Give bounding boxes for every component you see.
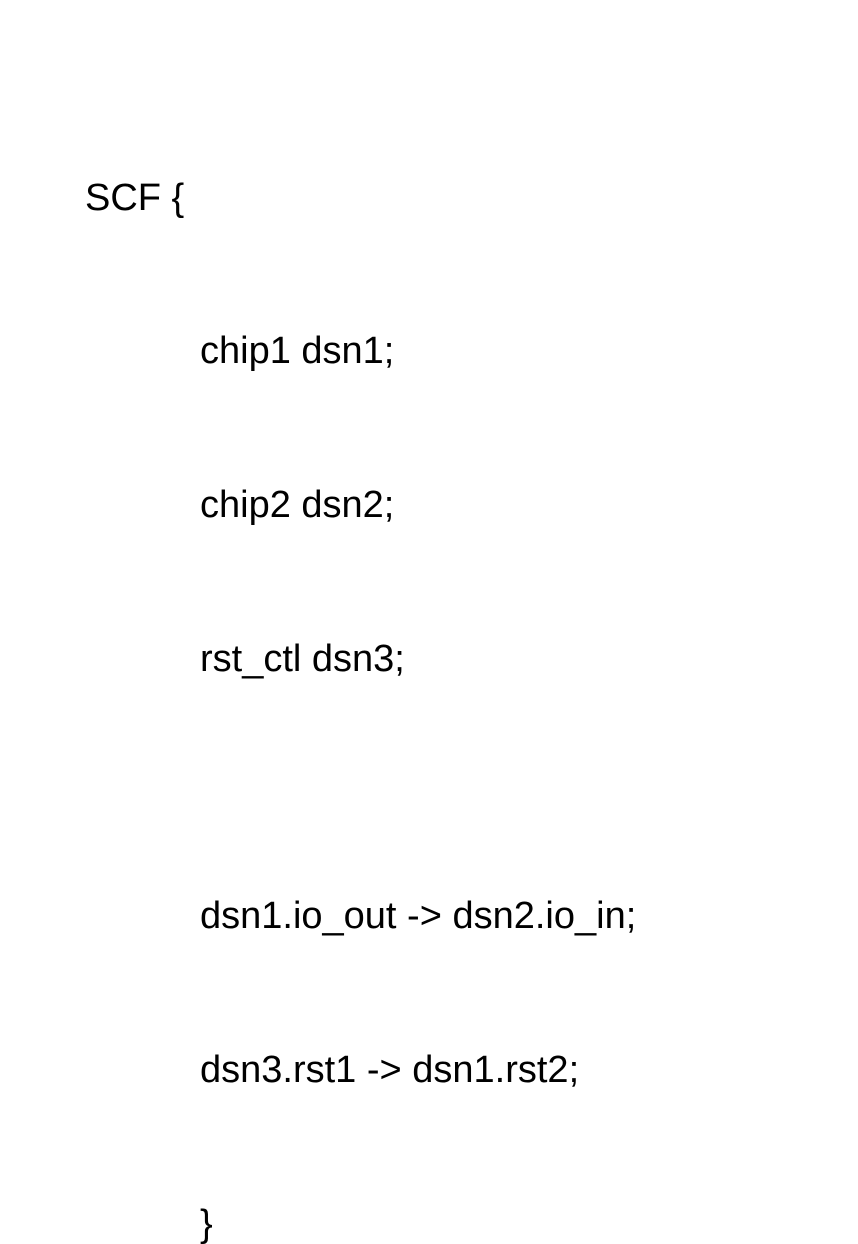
code-line: dsn3.rst1 -> dsn1.rst2; (85, 1045, 858, 1096)
code-header: SCF { (85, 173, 858, 224)
code-line-close: } (85, 1199, 858, 1244)
code-line: rst_ctl dsn3; (85, 634, 858, 685)
code-line: chip2 dsn2; (85, 480, 858, 531)
code-block: SCF { chip1 dsn1; chip2 dsn2; rst_ctl ds… (85, 70, 858, 1244)
code-line: dsn1.io_out -> dsn2.io_in; (85, 891, 858, 942)
code-line: chip1 dsn1; (85, 326, 858, 377)
